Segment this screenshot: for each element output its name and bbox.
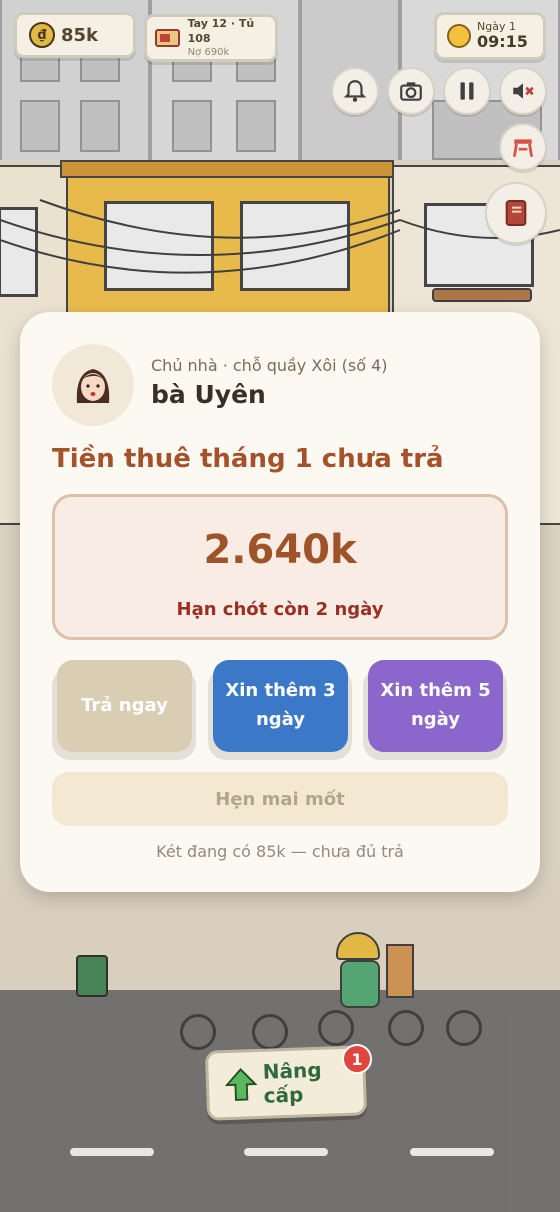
woman-face-icon xyxy=(76,369,110,403)
upgrade-count-badge: 1 xyxy=(342,1044,372,1074)
landlord-name: bà Uyên xyxy=(151,380,266,409)
pay-now-button[interactable]: Trả ngay xyxy=(57,660,192,752)
dialog-title: Tiền thuê tháng 1 chưa trả xyxy=(52,444,444,474)
rent-due-dialog: Chủ nhà · chỗ quầy Xôi (số 4) bà Uyên Ti… xyxy=(20,312,540,892)
rent-amount-box: 2.640k Hạn chót còn 2 ngày xyxy=(52,494,508,640)
up-arrow-icon xyxy=(224,1068,258,1101)
landlord-avatar xyxy=(52,344,134,426)
cash-note: Két đang có 85k — chưa đủ trả xyxy=(156,842,404,861)
rent-amount: 2.640k xyxy=(203,527,357,573)
extend-5-days-button[interactable]: Xin thêm 5 ngày xyxy=(368,660,503,752)
landlord-subtitle: Chủ nhà · chỗ quầy Xôi (số 4) xyxy=(151,356,388,375)
deadline-text: Hạn chót còn 2 ngày xyxy=(176,599,384,620)
extend-3-days-button[interactable]: Xin thêm 3 ngày xyxy=(213,660,348,752)
postpone-button[interactable]: Hẹn mai mốt xyxy=(52,772,508,826)
